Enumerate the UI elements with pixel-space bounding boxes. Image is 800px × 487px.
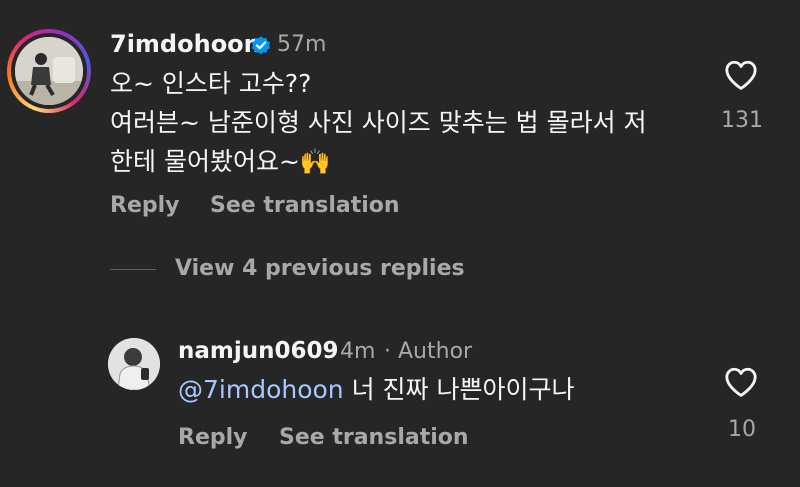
verified-badge-icon bbox=[251, 36, 271, 55]
reply-username[interactable]: namjun0609 bbox=[178, 336, 339, 366]
avatar-photo bbox=[15, 37, 83, 105]
mention-link[interactable]: @7imdohoon bbox=[178, 375, 344, 404]
like-count: 131 bbox=[721, 108, 763, 133]
reply-time: 4m bbox=[340, 339, 376, 364]
author-badge: Author bbox=[398, 339, 473, 364]
comment-time: 57m bbox=[277, 32, 327, 57]
avatar-gap bbox=[11, 33, 87, 109]
see-translation-button-2[interactable]: See translation bbox=[279, 424, 469, 452]
reply-body: 너 진짜 나쁜아이구나 bbox=[343, 375, 575, 404]
view-previous-replies-button[interactable]: View 4 previous replies bbox=[175, 255, 465, 283]
replies-divider bbox=[110, 269, 156, 270]
comment-thread: 7imdohoon 57m 오~ 인스타 고수?? 여러븐~ 남준이형 사진 사… bbox=[0, 0, 800, 487]
reply-like-count: 10 bbox=[728, 417, 756, 442]
comment-line-2: 여러븐~ 남준이형 사진 사이즈 맞추는 법 몰라서 저 bbox=[110, 108, 647, 137]
avatar bbox=[15, 37, 83, 105]
reply-button-2[interactable]: Reply bbox=[178, 424, 248, 452]
heart-icon[interactable] bbox=[724, 59, 758, 91]
see-translation-button[interactable]: See translation bbox=[210, 192, 400, 220]
heart-icon[interactable] bbox=[724, 366, 758, 398]
comment-username[interactable]: 7imdohoon bbox=[110, 29, 261, 59]
reply-avatar[interactable] bbox=[108, 338, 160, 390]
reply-avatar-photo bbox=[108, 338, 160, 390]
avatar-story-ring[interactable] bbox=[7, 29, 91, 113]
comment-line-3: 한테 물어봤어요~🙌 bbox=[110, 147, 332, 176]
reply-button[interactable]: Reply bbox=[110, 192, 180, 220]
meta-separator: · bbox=[384, 339, 391, 364]
reply-text: @7imdohoon 너 진짜 나쁜아이구나 bbox=[178, 370, 575, 409]
comment-line-1: 오~ 인스타 고수?? bbox=[110, 69, 312, 98]
